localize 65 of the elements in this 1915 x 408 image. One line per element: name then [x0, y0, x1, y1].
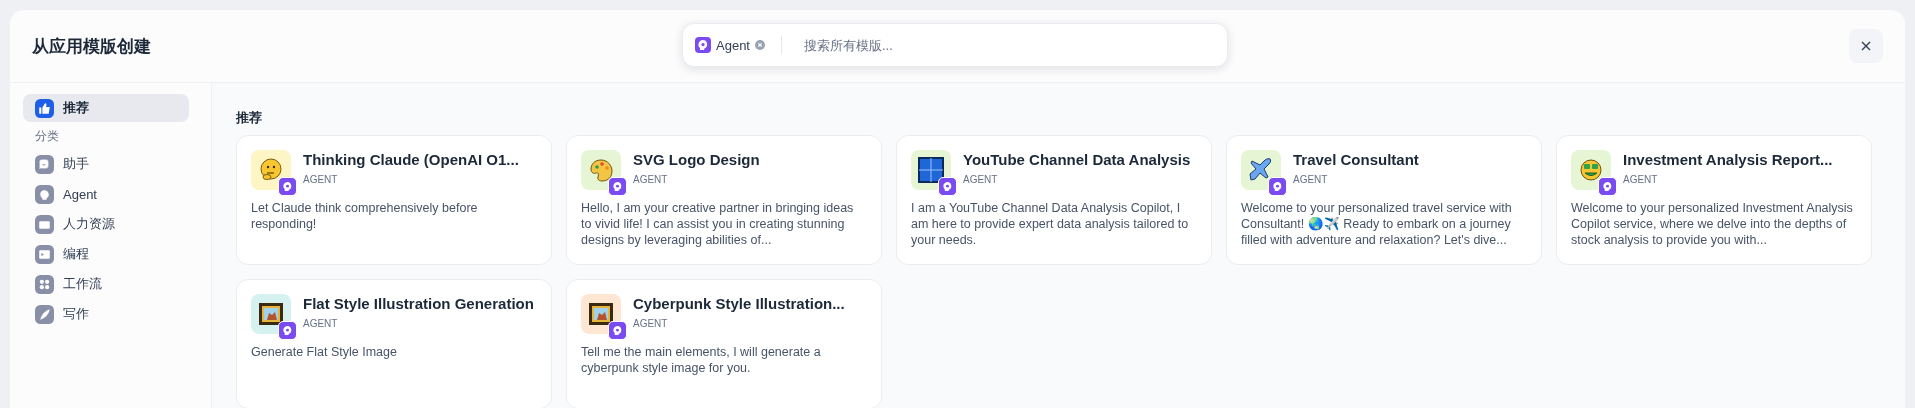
thinking-face-icon — [258, 157, 284, 183]
template-card[interactable]: SVG Logo Design AGENT Hello, I am your creative partner in bringing ideas to vivid life! I can assist you in creating stunning designs by leveraging abilities of... — [566, 135, 882, 265]
framed-picture-icon — [588, 302, 614, 326]
number-grid-icon — [917, 156, 945, 184]
chat-icon — [35, 154, 54, 174]
agent-badge-icon — [608, 321, 627, 340]
section-title: 推荐 — [236, 109, 263, 127]
type-tag: AGENT — [303, 318, 534, 329]
type-tag: AGENT — [1623, 174, 1833, 185]
terminal-icon — [35, 244, 54, 264]
agent-badge-icon — [278, 321, 297, 340]
thumbs-up-icon — [35, 98, 54, 118]
framed-picture-icon — [258, 302, 284, 326]
remove-icon[interactable] — [755, 40, 765, 50]
card-description: Welcome to your personalized travel service with Consultant! 🌏✈ Ready to embark on a journey filled with adventure and relaxation? Let's dive... — [1241, 200, 1513, 248]
agent-icon — [695, 37, 711, 53]
dialog-title: 从应用模版创建 — [32, 35, 151, 58]
search-field[interactable]: 搜索所有模版... — [802, 36, 1215, 54]
card-title: Thinking Claude (OpenAI O1... — [303, 151, 519, 168]
template-card[interactable]: Thinking Claude (OpenAI O1... AGENT Let Claude think comprehensively before responding! — [236, 135, 552, 265]
card-title: YouTube Channel Data Analysis — [963, 151, 1191, 168]
search-bar[interactable]: Agent 搜索所有模版... — [682, 23, 1228, 67]
type-tag: AGENT — [1293, 174, 1419, 185]
card-title: SVG Logo Design — [633, 151, 760, 168]
template-card[interactable]: Investment Analysis Report... AGENT Welcome to your personalized Investment Analysis Copilot service, where we delve into the depths of stock analysis to provide you with... — [1556, 135, 1872, 265]
category-heading: 分类 — [34, 128, 60, 145]
card-description: Tell me the main elements, I will generate a cyberpunk style image for you. — [581, 344, 822, 376]
agent-badge-icon — [608, 177, 627, 196]
filter-chip-label: Agent — [716, 37, 750, 53]
card-description: I am a YouTube Channel Data Analysis Copilot, I am here to provide expert data analysis tailored to your needs. — [911, 200, 1190, 248]
type-tag: AGENT — [633, 318, 845, 329]
card-title: Investment Analysis Report... — [1623, 151, 1833, 168]
workflow-icon — [35, 274, 54, 294]
sidebar-item[interactable]: 编程 — [23, 239, 189, 269]
agent-badge-icon — [1268, 177, 1287, 196]
sidebar-item[interactable]: 人力资源 — [23, 209, 189, 239]
type-tag: AGENT — [303, 174, 519, 185]
sidebar-item[interactable]: 助手 — [23, 149, 189, 179]
card-title: Travel Consultant — [1293, 151, 1419, 168]
agent-badge-icon — [1598, 177, 1617, 196]
id-card-icon — [35, 214, 54, 234]
agent-badge-icon — [938, 177, 957, 196]
close-icon — [1860, 40, 1872, 52]
money-face-icon — [1578, 157, 1604, 183]
palette-icon — [588, 157, 614, 183]
card-title: Flat Style Illustration Generation — [303, 295, 534, 312]
sidebar-item[interactable]: 工作流 — [23, 269, 189, 299]
card-description: Generate Flat Style Image — [251, 344, 398, 360]
close-button[interactable] — [1849, 29, 1883, 63]
card-description: Welcome to your personalized Investment Analysis Copilot service, where we delve into the depths of stock analysis to provide you with... — [1571, 200, 1854, 248]
card-description: Hello, I am your creative partner in bringing ideas to vivid life! I can assist you in creating stunning designs by leveraging abilities of... — [581, 200, 855, 248]
sidebar-item[interactable]: Agent — [23, 179, 189, 209]
feather-icon — [35, 304, 54, 324]
card-title: Cyberpunk Style Illustration... — [633, 295, 845, 312]
sidebar-item[interactable]: 写作 — [23, 299, 189, 329]
template-card[interactable]: Flat Style Illustration Generation AGENT Generate Flat Style Image — [236, 279, 552, 408]
template-card[interactable]: Cyberpunk Style Illustration... AGENT Tell me the main elements, I will generate a cyberpunk style image for you. — [566, 279, 882, 408]
type-tag: AGENT — [633, 174, 760, 185]
template-card[interactable]: YouTube Channel Data Analysis AGENT I am a YouTube Channel Data Analysis Copilot, I am here to provide expert data analysis tailored to your needs. — [896, 135, 1212, 265]
agent-badge-icon — [278, 177, 297, 196]
template-card[interactable]: Travel Consultant AGENT Welcome to your personalized travel service with Consultant! 🌏✈ Ready to embark on a journey filled with adventure and relaxation? Let's dive... — [1226, 135, 1542, 265]
card-description: Let Claude think comprehensively before responding! — [251, 200, 479, 232]
head-icon — [35, 184, 54, 204]
type-tag: AGENT — [963, 174, 1191, 185]
sidebar-item[interactable]: 推荐 — [23, 94, 189, 122]
